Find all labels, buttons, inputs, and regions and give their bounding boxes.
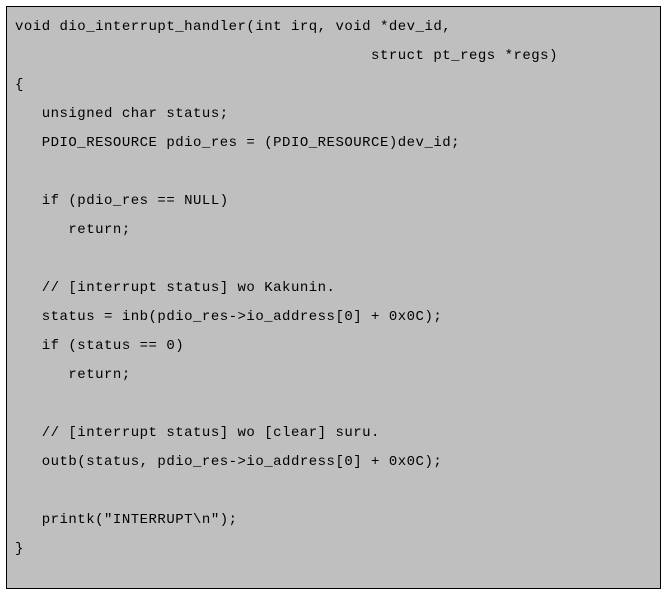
code-line: return; bbox=[15, 222, 131, 238]
code-line: // [interrupt status] wo [clear] suru. bbox=[15, 425, 380, 441]
code-line: return; bbox=[15, 367, 131, 383]
code-line: } bbox=[15, 541, 24, 557]
code-line: outb(status, pdio_res->io_address[0] + 0… bbox=[15, 454, 442, 470]
code-line: { bbox=[15, 77, 24, 93]
code-line: printk("INTERRUPT\n"); bbox=[15, 512, 238, 528]
code-line: status = inb(pdio_res->io_address[0] + 0… bbox=[15, 309, 442, 325]
code-line: void dio_interrupt_handler(int irq, void… bbox=[15, 19, 451, 35]
code-line: PDIO_RESOURCE pdio_res = (PDIO_RESOURCE)… bbox=[15, 135, 460, 151]
code-line: struct pt_regs *regs) bbox=[15, 48, 558, 64]
code-line: // [interrupt status] wo Kakunin. bbox=[15, 280, 335, 296]
code-line: if (status == 0) bbox=[15, 338, 184, 354]
code-line: if (pdio_res == NULL) bbox=[15, 193, 229, 209]
code-line: unsigned char status; bbox=[15, 106, 229, 122]
code-block: void dio_interrupt_handler(int irq, void… bbox=[6, 6, 661, 589]
